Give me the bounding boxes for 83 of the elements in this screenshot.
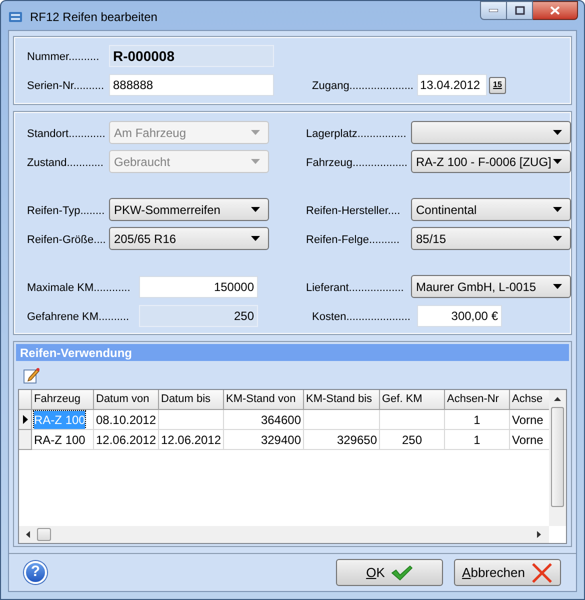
minimize-button[interactable]: [480, 1, 507, 20]
text-field[interactable]: 250: [139, 304, 258, 326]
table-cell: 250: [380, 430, 445, 450]
table-cell: [159, 410, 224, 430]
dropdown-arrow-icon: [553, 236, 562, 241]
close-button[interactable]: [533, 1, 578, 20]
maximize-button[interactable]: [507, 1, 533, 20]
current-row-icon: [22, 415, 28, 424]
field-label: Maximale KM............: [27, 282, 130, 294]
field-label: Kosten.....................: [312, 310, 410, 322]
table-cell: RA-Z 100: [32, 430, 94, 450]
dropdown[interactable]: PKW-Sommerreifen: [109, 198, 269, 221]
table-cell: 329650: [304, 430, 380, 450]
table-cell: RA-Z 100: [32, 410, 94, 430]
dropdown-arrow-icon: [251, 207, 260, 212]
table-cell: 08.10.2012: [94, 410, 159, 430]
minimize-icon: [489, 9, 498, 12]
table-cell: 1: [445, 410, 510, 430]
field-label: Zugang.....................: [312, 80, 414, 92]
dropdown-arrow-icon: [251, 130, 260, 135]
dropdown-arrow-icon: [251, 236, 260, 241]
dropdown-arrow-icon: [251, 159, 260, 164]
scroll-up-icon: [554, 397, 561, 401]
column-header[interactable]: KM-Stand bis: [304, 390, 380, 410]
column-header[interactable]: Fahrzeug: [32, 390, 94, 410]
field-label: Lieferant..................: [306, 282, 404, 294]
field-label: Reifen-Typ........: [27, 204, 105, 216]
dropdown-arrow-icon: [553, 284, 562, 289]
table-cell: 329400: [224, 430, 304, 450]
window-title: RF12 Reifen bearbeiten: [30, 8, 158, 26]
dropdown-arrow-icon: [553, 159, 562, 164]
field-label: Gefahrene KM..........: [27, 310, 130, 322]
check-icon: [390, 564, 413, 580]
field-label: Reifen-Größe....: [27, 234, 106, 246]
field-label: Reifen-Felge..........: [306, 234, 400, 246]
field-label: Standort............: [27, 128, 106, 140]
field-label: Nummer..........: [27, 51, 100, 63]
scroll-right-icon: [537, 531, 541, 538]
close-icon: [550, 6, 560, 15]
calendar-button[interactable]: 15: [489, 76, 506, 94]
table-cell: 12.06.2012: [159, 430, 224, 450]
table-cell: 364600: [224, 410, 304, 430]
field-label: Lagerplatz................: [306, 128, 406, 140]
field-label: Serien-Nr..........: [27, 80, 104, 92]
ok-button[interactable]: OK: [336, 559, 443, 586]
horizontal-scrollbar[interactable]: [19, 526, 549, 543]
date-field[interactable]: 13.04.2012: [417, 74, 487, 96]
cross-icon: [530, 562, 553, 582]
dropdown[interactable]: Continental: [411, 198, 571, 221]
scroll-left-icon: [26, 531, 30, 538]
cancel-button[interactable]: Abbrechen: [454, 559, 561, 586]
row-header[interactable]: [19, 410, 32, 430]
column-header[interactable]: KM-Stand von: [224, 390, 304, 410]
text-field[interactable]: 888888: [109, 74, 274, 96]
text-field[interactable]: R-000008: [109, 45, 274, 67]
table-cell: 12.06.2012: [94, 430, 159, 450]
table-cell: 1: [445, 430, 510, 450]
row-header-corner: [19, 390, 32, 410]
column-header[interactable]: Gef. KM: [380, 390, 445, 410]
text-field[interactable]: 150000: [139, 276, 258, 298]
column-header[interactable]: Achse: [510, 390, 549, 410]
field-label: Reifen-Hersteller....: [306, 204, 400, 216]
dropdown[interactable]: [411, 121, 571, 144]
dropdown[interactable]: RA-Z 100 - F-0006 [ZUG]: [411, 150, 571, 173]
section-header: Reifen-Verwendung: [16, 344, 569, 361]
restore-icon: [514, 6, 524, 15]
table-cell: [380, 410, 445, 430]
column-header[interactable]: Achsen-Nr: [445, 390, 510, 410]
dropdown-arrow-icon: [553, 130, 562, 135]
vertical-scrollbar[interactable]: [549, 390, 566, 526]
field-label: Fahrzeug..................: [306, 156, 408, 168]
scroll-thumb[interactable]: [37, 528, 51, 541]
scroll-thumb[interactable]: [551, 407, 564, 507]
app-icon: [8, 10, 24, 24]
dropdown[interactable]: Maurer GmbH, L-0015: [411, 275, 571, 298]
column-header[interactable]: Datum von: [94, 390, 159, 410]
dropdown[interactable]: 205/65 R16: [109, 227, 269, 250]
dropdown[interactable]: 85/15: [411, 227, 571, 250]
column-header[interactable]: Datum bis: [159, 390, 224, 410]
field-label: Zustand............: [27, 156, 104, 168]
edit-icon[interactable]: [23, 366, 40, 384]
dropdown-arrow-icon: [553, 207, 562, 212]
text-field[interactable]: 300,00 €: [417, 304, 502, 326]
